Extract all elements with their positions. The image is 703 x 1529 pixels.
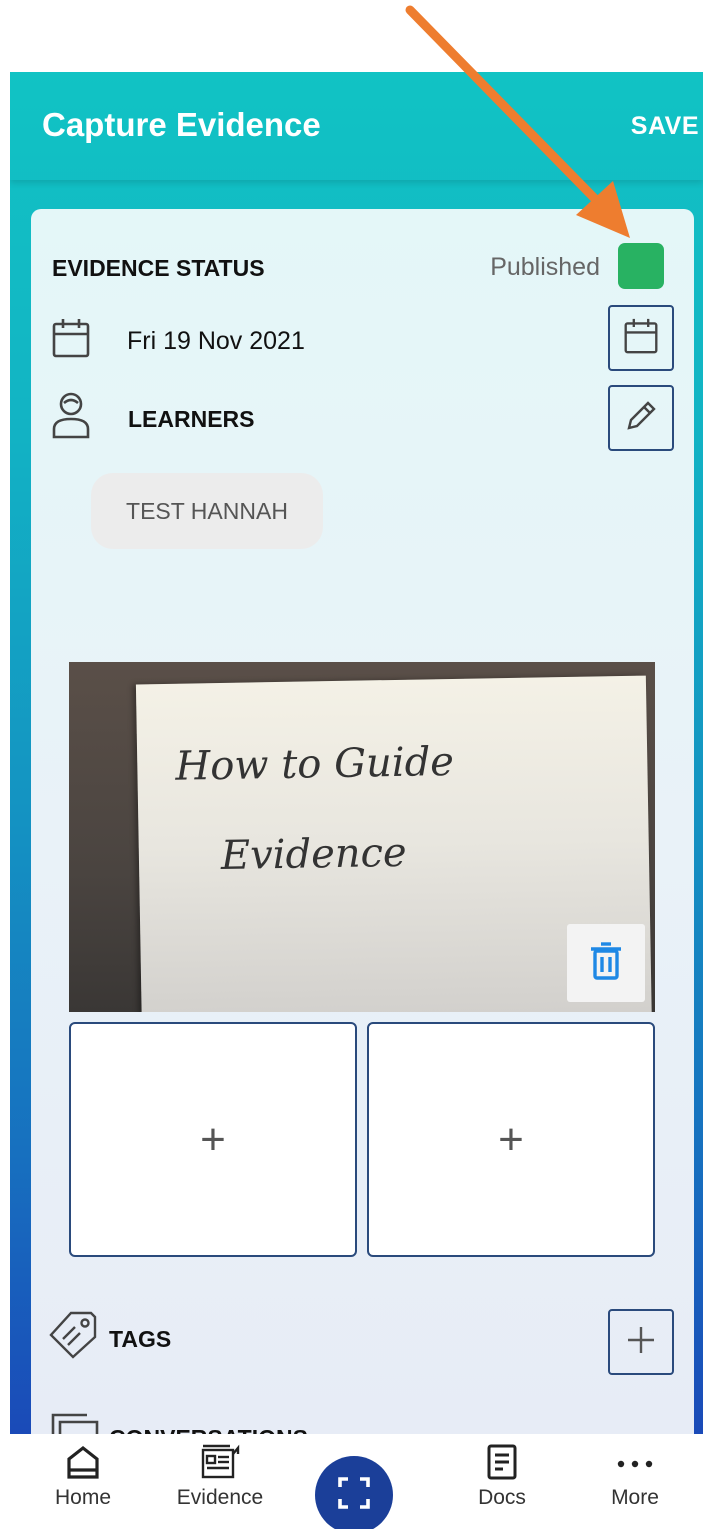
delete-photo-button[interactable] xyxy=(567,924,645,1002)
nav-docs[interactable]: Docs xyxy=(442,1434,562,1529)
evidence-card: EVIDENCE STATUS Published Fri 19 Nov 202… xyxy=(31,209,694,1434)
evidence-status-row[interactable]: EVIDENCE STATUS Published xyxy=(52,243,672,291)
tag-icon xyxy=(49,1309,99,1364)
nav-home[interactable]: Home xyxy=(23,1434,143,1529)
evidence-status-label: EVIDENCE STATUS xyxy=(52,255,265,281)
pencil-icon xyxy=(624,399,658,438)
add-tag-button[interactable] xyxy=(608,1309,674,1375)
pick-date-button[interactable] xyxy=(608,305,674,371)
home-icon xyxy=(65,1444,101,1480)
add-media-slot-2[interactable]: + xyxy=(367,1022,655,1257)
add-media-slot-1[interactable]: + xyxy=(69,1022,357,1257)
chat-icon xyxy=(51,1413,99,1434)
nav-evidence[interactable]: Evidence xyxy=(160,1434,280,1529)
scan-button[interactable] xyxy=(315,1456,393,1529)
evidence-icon xyxy=(200,1444,240,1480)
evidence-status-value: Published xyxy=(490,253,600,281)
nav-more-label: More xyxy=(611,1486,659,1509)
learners-label: LEARNERS xyxy=(128,406,255,432)
evidence-date: Fri 19 Nov 2021 xyxy=(127,327,305,355)
more-icon xyxy=(615,1444,655,1480)
nav-more[interactable]: More xyxy=(575,1434,695,1529)
edit-learners-button[interactable] xyxy=(608,385,674,451)
nav-docs-label: Docs xyxy=(478,1486,526,1509)
person-icon xyxy=(51,391,91,444)
nav-evidence-label: Evidence xyxy=(176,1486,264,1509)
app-header: Capture Evidence SAVE xyxy=(10,72,703,180)
conversations-label: CONVERSATIONS xyxy=(109,1425,308,1434)
plus-icon xyxy=(626,1325,656,1360)
docs-icon xyxy=(486,1444,518,1480)
handwriting-line-1: How to Guide xyxy=(174,738,455,790)
calendar-icon xyxy=(51,317,91,364)
evidence-photo[interactable]: How to Guide Evidence xyxy=(69,662,655,1012)
bottom-navigation: Home Evidence Docs More xyxy=(0,1434,703,1529)
screen: Capture Evidence SAVE EVIDENCE STATUS Pu… xyxy=(0,0,703,1529)
tags-label: TAGS xyxy=(109,1326,172,1352)
page-title: Capture Evidence xyxy=(42,106,321,143)
learner-chip[interactable]: TEST HANNAH xyxy=(91,473,323,549)
app-viewport: Capture Evidence SAVE EVIDENCE STATUS Pu… xyxy=(10,72,703,1434)
trash-icon xyxy=(588,941,624,986)
save-button[interactable]: SAVE xyxy=(631,112,699,141)
nav-home-label: Home xyxy=(54,1486,112,1509)
scan-icon xyxy=(337,1476,371,1515)
calendar-icon xyxy=(623,317,659,360)
status-indicator[interactable] xyxy=(618,243,664,289)
handwriting-line-2: Evidence xyxy=(220,829,407,880)
